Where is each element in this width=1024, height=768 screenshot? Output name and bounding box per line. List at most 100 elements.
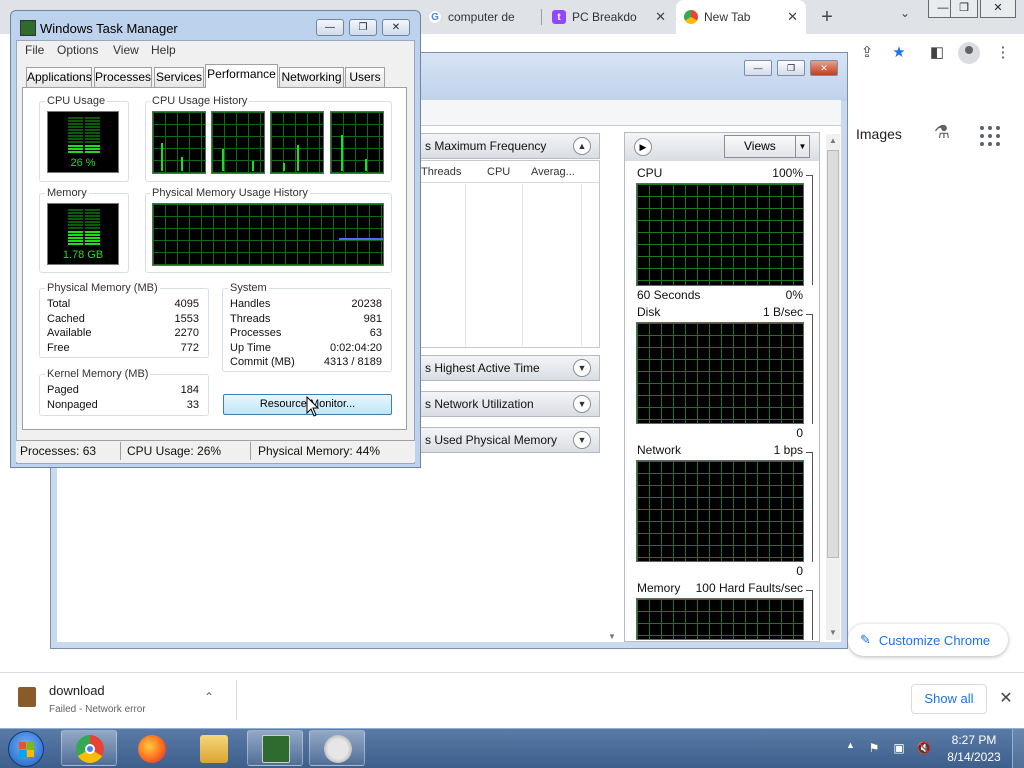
tm-maximize-button[interactable]: ❐ [349, 19, 377, 36]
stat-value: 1553 [174, 313, 199, 325]
column-average[interactable]: Averag... [531, 166, 575, 178]
tm-minimize-button[interactable]: — [316, 19, 344, 36]
taskbar-explorer[interactable] [185, 730, 241, 766]
new-tab-button[interactable]: + [816, 4, 838, 30]
left-pane-scrollbar[interactable]: ▼ [604, 134, 618, 641]
rm-maximize-button[interactable]: ❐ [777, 60, 805, 76]
kebab-menu-icon[interactable]: ⋮ [992, 42, 1014, 64]
task-manager-icon [262, 735, 290, 763]
download-name[interactable]: download [49, 683, 105, 698]
tab-applications[interactable]: Applications [26, 67, 92, 87]
section-network[interactable]: s Network Utilization ▼ [420, 391, 600, 417]
section-cpu[interactable]: s Maximum Frequency ▲ [420, 133, 600, 159]
clock-time[interactable]: 8:27 PM [948, 733, 1000, 747]
start-button[interactable] [8, 731, 44, 767]
close-tab-icon[interactable]: ✕ [787, 9, 798, 25]
rm-close-button[interactable]: ✕ [810, 60, 838, 76]
network-icon[interactable]: ▣ [891, 740, 907, 756]
taskbar-task-manager[interactable] [247, 730, 303, 766]
graph-time-span: 60 Seconds [637, 288, 701, 302]
profile-avatar[interactable] [958, 42, 980, 64]
expand-arrow-icon[interactable]: ▶ [634, 138, 652, 156]
table-header: Threads CPU Averag... [421, 161, 599, 183]
volume-muted-icon[interactable]: 🔇 [916, 740, 932, 756]
views-label: Views [744, 139, 776, 153]
stat-row: Total 4095 [47, 298, 199, 310]
side-panel-icon[interactable]: ◧ [926, 42, 948, 64]
section-memory[interactable]: s Used Physical Memory ▼ [420, 427, 600, 453]
menu-help[interactable]: Help [151, 43, 176, 57]
tab-services[interactable]: Services [154, 67, 204, 87]
scroll-down-icon[interactable]: ▼ [827, 628, 839, 637]
tab-new-tab[interactable]: New Tab ✕ [676, 0, 806, 34]
scroll-down-icon[interactable]: ▼ [606, 632, 618, 641]
column-cpu[interactable]: CPU [487, 166, 510, 178]
show-all-button[interactable]: Show all [911, 684, 987, 714]
tab-label: PC Breakdo [572, 10, 637, 24]
system-label: System [228, 282, 269, 294]
tab-label: computer de [448, 10, 515, 24]
section-disk[interactable]: s Highest Active Time ▼ [420, 355, 600, 381]
tab-google-search[interactable]: G computer de [420, 0, 540, 34]
graph-spike [341, 135, 343, 171]
cpu-history-label: CPU Usage History [150, 95, 250, 107]
dropdown-arrow-icon[interactable]: ▼ [795, 136, 809, 157]
show-hidden-icons-icon[interactable]: ▲ [846, 740, 855, 750]
rm-minimize-button[interactable]: — [744, 60, 772, 76]
menu-view[interactable]: View [113, 43, 139, 57]
cpu-usage-meter: 26 % [47, 111, 119, 173]
bookmark-star-icon[interactable]: ★ [888, 42, 910, 64]
tab-users[interactable]: Users [345, 67, 385, 87]
chrome-close-button[interactable]: ✕ [980, 0, 1016, 18]
views-dropdown[interactable]: Views ▼ [724, 135, 810, 158]
taskbar-resource-monitor[interactable] [309, 730, 365, 766]
graph-spike [181, 157, 183, 171]
download-file-icon [18, 687, 36, 707]
graph-spike [161, 143, 163, 171]
google-icon: G [428, 10, 442, 24]
chevron-up-icon[interactable]: ▲ [573, 137, 591, 155]
divider [522, 184, 523, 346]
images-link[interactable]: Images [856, 126, 916, 142]
divider [236, 680, 237, 720]
close-download-bar-icon[interactable]: ✕ [996, 688, 1016, 708]
stat-row: Processes 63 [230, 327, 382, 339]
taskbar-firefox[interactable] [123, 730, 179, 766]
menu-file[interactable]: File [25, 43, 44, 57]
google-apps-icon[interactable] [978, 124, 1002, 148]
chevron-up-icon[interactable]: ⌃ [204, 690, 214, 704]
tab-pc-breakdown[interactable]: t PC Breakdo ✕ [544, 0, 674, 34]
chevron-down-icon[interactable]: ▼ [573, 395, 591, 413]
chevron-down-icon[interactable]: ▼ [573, 359, 591, 377]
tab-performance[interactable]: Performance [205, 64, 278, 88]
cpu-graph [636, 183, 804, 286]
column-threads[interactable]: Threads [421, 166, 461, 178]
labs-flask-icon[interactable]: ⚗ [930, 122, 954, 146]
scrollbar-thumb[interactable] [827, 150, 839, 558]
close-tab-icon[interactable]: ✕ [655, 9, 666, 25]
cpu-core-4-graph [330, 111, 384, 174]
tab-processes[interactable]: Processes [94, 67, 152, 87]
graph-spike [222, 149, 224, 171]
tab-search-chevron-icon[interactable]: ⌄ [896, 6, 914, 26]
chevron-down-icon[interactable]: ▼ [573, 431, 591, 449]
gauge-icon [324, 735, 352, 763]
tab-networking[interactable]: Networking [279, 67, 344, 87]
scroll-up-icon[interactable]: ▲ [827, 136, 839, 145]
stat-value: 20238 [351, 298, 382, 310]
clock-date[interactable]: 8/14/2023 [944, 750, 1004, 764]
show-desktop-button[interactable] [1012, 729, 1024, 768]
twitch-icon: t [552, 10, 566, 24]
share-icon[interactable]: ⇪ [856, 42, 878, 64]
chrome-restore-button[interactable]: ❐ [950, 0, 978, 18]
tm-close-button[interactable]: ✕ [382, 19, 410, 36]
kernel-memory-label: Kernel Memory (MB) [45, 368, 151, 380]
taskbar-chrome[interactable] [61, 730, 117, 766]
cpu-core-3-graph [270, 111, 324, 174]
stat-key: Free [47, 342, 70, 354]
stat-row: Handles 20238 [230, 298, 382, 310]
action-center-flag-icon[interactable]: ⚑ [866, 740, 882, 756]
customize-chrome-button[interactable]: ✎ Customize Chrome [848, 624, 1008, 656]
menu-options[interactable]: Options [57, 43, 98, 57]
folder-icon [200, 735, 228, 763]
